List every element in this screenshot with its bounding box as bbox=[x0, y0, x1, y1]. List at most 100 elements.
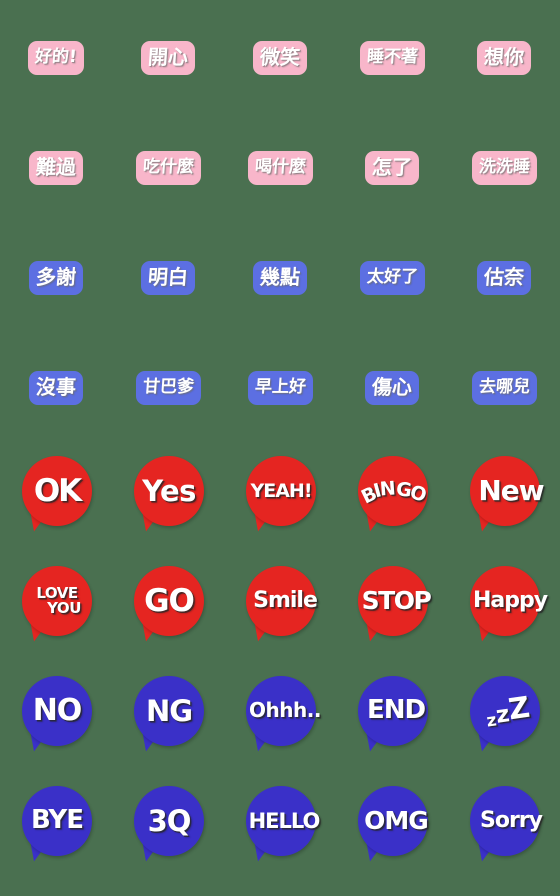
badge-pink: 微笑 bbox=[253, 41, 307, 75]
sticker-label: zzZ bbox=[485, 689, 532, 731]
speech-bubble-red: Happy bbox=[466, 566, 548, 650]
sticker-happy[interactable]: Happy bbox=[448, 553, 560, 663]
badge-blue: 明白 bbox=[141, 261, 195, 295]
bubble-body: NO bbox=[22, 676, 92, 746]
bubble-body: New bbox=[470, 456, 545, 526]
sticker-sorry[interactable]: Sorry bbox=[448, 773, 560, 883]
bubble-body: Smile bbox=[246, 566, 318, 636]
sticker-ji-dian[interactable]: 幾點 bbox=[224, 223, 336, 333]
sticker-gan-ba-die[interactable]: 甘巴爹 bbox=[112, 333, 224, 443]
speech-bubble-red: YEAH! bbox=[242, 456, 318, 540]
sticker-duo-xie[interactable]: 多謝 bbox=[0, 223, 112, 333]
bubble-body: Ohhh.. bbox=[246, 676, 321, 746]
sticker-label: NG bbox=[145, 693, 193, 728]
sticker-label: END bbox=[366, 695, 426, 726]
sticker-end[interactable]: END bbox=[336, 663, 448, 773]
sticker-label: 傷心 bbox=[371, 375, 413, 399]
speech-bubble-red: OK bbox=[18, 456, 94, 540]
bubble-body: Yes bbox=[134, 456, 204, 526]
sticker-label: 估奈 bbox=[483, 265, 525, 289]
speech-bubble-blue: NG bbox=[130, 676, 206, 760]
bubble-body: zzZ bbox=[470, 676, 540, 746]
sticker-label: New bbox=[478, 474, 544, 508]
sticker-3q[interactable]: 3Q bbox=[112, 773, 224, 883]
badge-pink: 難過 bbox=[29, 151, 83, 185]
speech-bubble-red: New bbox=[466, 456, 545, 540]
badge-pink: 吃什麼 bbox=[135, 151, 201, 185]
sticker-ming-bai[interactable]: 明白 bbox=[112, 223, 224, 333]
sticker-ng[interactable]: NG bbox=[112, 663, 224, 773]
badge-blue: 去哪兒 bbox=[471, 371, 537, 405]
speech-bubble-red: Smile bbox=[242, 566, 318, 650]
sticker-xi-xi-shui[interactable]: 洗洗睡 bbox=[448, 113, 560, 223]
sticker-hao-de[interactable]: 好的! bbox=[0, 3, 112, 113]
sticker-yeah[interactable]: YEAH! bbox=[224, 443, 336, 553]
sticker-label: 明白 bbox=[147, 265, 189, 289]
speech-bubble-red: BINGO bbox=[354, 456, 430, 540]
sticker-nan-guo[interactable]: 難過 bbox=[0, 113, 112, 223]
badge-blue: 太好了 bbox=[359, 261, 425, 295]
sticker-label: BINGO bbox=[358, 477, 429, 508]
sticker-stop[interactable]: STOP bbox=[336, 553, 448, 663]
sticker-label: 吃什麼 bbox=[141, 156, 195, 177]
speech-bubble-blue: NO bbox=[18, 676, 94, 760]
badge-blue: 早上好 bbox=[247, 371, 313, 405]
sticker-grid: 好的! 開心 微笑 睡不著 想你 難過 吃什麼 喝什麼 怎了 洗洗睡 多謝 明白… bbox=[0, 0, 560, 896]
sticker-gu-nai[interactable]: 估奈 bbox=[448, 223, 560, 333]
sticker-label: 睡不著 bbox=[365, 46, 419, 67]
sticker-label: NO bbox=[32, 693, 83, 729]
badge-blue: 幾點 bbox=[253, 261, 307, 295]
sticker-label: 開心 bbox=[147, 45, 189, 69]
sticker-bingo[interactable]: BINGO bbox=[336, 443, 448, 553]
sticker-yes[interactable]: Yes bbox=[112, 443, 224, 553]
sticker-bye[interactable]: BYE bbox=[0, 773, 112, 883]
sticker-mei-shi[interactable]: 沒事 bbox=[0, 333, 112, 443]
badge-blue: 多謝 bbox=[29, 261, 83, 295]
sticker-ok[interactable]: OK bbox=[0, 443, 112, 553]
sticker-wei-xiao[interactable]: 微笑 bbox=[224, 3, 336, 113]
sticker-label: YEAH! bbox=[250, 479, 312, 502]
sticker-shang-xin[interactable]: 傷心 bbox=[336, 333, 448, 443]
speech-bubble-blue: Sorry bbox=[466, 786, 543, 870]
badge-blue: 傷心 bbox=[365, 371, 419, 405]
sticker-new[interactable]: New bbox=[448, 443, 560, 553]
bubble-body: END bbox=[358, 676, 428, 746]
sticker-tai-hao-le[interactable]: 太好了 bbox=[336, 223, 448, 333]
sticker-omg[interactable]: OMG bbox=[336, 773, 448, 883]
sticker-label: Smile bbox=[253, 588, 318, 614]
sticker-kai-xin[interactable]: 開心 bbox=[112, 3, 224, 113]
sticker-label: 幾點 bbox=[259, 265, 301, 289]
bubble-body: OMG bbox=[358, 786, 429, 856]
sticker-xiang-ni[interactable]: 想你 bbox=[448, 3, 560, 113]
sticker-no[interactable]: NO bbox=[0, 663, 112, 773]
speech-bubble-blue: BYE bbox=[18, 786, 94, 870]
bubble-body: NG bbox=[134, 676, 204, 746]
sticker-ohhh[interactable]: Ohhh.. bbox=[224, 663, 336, 773]
sticker-love-you[interactable]: LOVE YOU bbox=[0, 553, 112, 663]
bubble-body: HELLO bbox=[246, 786, 320, 856]
sticker-label: 難過 bbox=[35, 155, 77, 179]
sticker-label: 沒事 bbox=[35, 375, 77, 399]
bubble-body: BYE bbox=[22, 786, 92, 856]
bubble-body: STOP bbox=[358, 566, 432, 636]
sticker-label: 喝什麼 bbox=[253, 156, 307, 177]
sticker-zzz[interactable]: zzZ bbox=[448, 663, 560, 773]
badge-pink: 睡不著 bbox=[359, 41, 425, 75]
sticker-chi-shen-me[interactable]: 吃什麼 bbox=[112, 113, 224, 223]
badge-pink: 喝什麼 bbox=[247, 151, 313, 185]
sticker-qu-na-er[interactable]: 去哪兒 bbox=[448, 333, 560, 443]
bingo-letter: N bbox=[379, 477, 397, 501]
badge-pink: 洗洗睡 bbox=[471, 151, 537, 185]
sticker-smile[interactable]: Smile bbox=[224, 553, 336, 663]
sticker-hello[interactable]: HELLO bbox=[224, 773, 336, 883]
bubble-body: GO bbox=[134, 566, 204, 636]
sticker-label: Ohhh.. bbox=[249, 698, 321, 723]
sticker-zao-shang-hao[interactable]: 早上好 bbox=[224, 333, 336, 443]
sticker-label: 3Q bbox=[147, 803, 192, 838]
bubble-body: 3Q bbox=[134, 786, 204, 856]
sticker-shui-bu-zhao[interactable]: 睡不著 bbox=[336, 3, 448, 113]
sticker-label: STOP bbox=[361, 585, 432, 615]
sticker-zen-le[interactable]: 怎了 bbox=[336, 113, 448, 223]
sticker-go[interactable]: GO bbox=[112, 553, 224, 663]
sticker-he-shen-me[interactable]: 喝什麼 bbox=[224, 113, 336, 223]
